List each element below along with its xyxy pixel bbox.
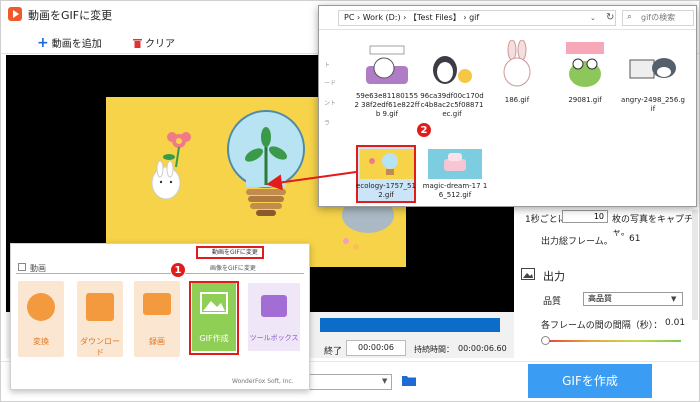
address-segment-pc[interactable]: PC	[344, 13, 354, 22]
address-segment-drive[interactable]: Work (D:)	[363, 13, 401, 22]
file-thumbnail[interactable]	[626, 40, 680, 90]
play-icon	[18, 263, 26, 271]
file-name[interactable]: magic-dream-17 16_512.gif	[422, 182, 488, 200]
clear-button[interactable]: クリア	[133, 35, 175, 50]
nav-item[interactable]: ント	[324, 98, 336, 107]
app-title: 動画をGIFに変更	[28, 9, 113, 22]
navigation-pane	[319, 31, 343, 206]
file-thumbnail[interactable]	[558, 40, 612, 90]
interval-slider-track[interactable]	[543, 340, 681, 342]
tile-convert-label: 変換	[33, 337, 49, 346]
frames-per-second-input[interactable]: 10	[562, 210, 608, 223]
highlight-box	[189, 281, 239, 355]
menu-image-to-gif[interactable]: 画像をGIFに変更	[196, 263, 304, 274]
toolbox-icon	[261, 295, 287, 317]
frames-prefix-label: 1秒ごとに	[525, 215, 567, 225]
folder-icon[interactable]	[402, 375, 416, 386]
file-name[interactable]: 59e63e811801552 38f2edf61e822ffb 9.gif	[354, 92, 420, 119]
file-thumbnail[interactable]	[360, 40, 414, 90]
brand-label: WonderFox Soft, Inc.	[232, 378, 294, 385]
tile-record[interactable]: 録画	[134, 281, 180, 357]
output-title: 出力	[543, 270, 565, 283]
duration-value: 00:00:06.60	[458, 344, 507, 353]
frames-suffix-label: 枚の写真をキャプチャ。	[612, 215, 694, 238]
plus-icon: +	[37, 34, 49, 51]
tile-convert[interactable]: 変換	[18, 281, 64, 357]
address-segment-gif[interactable]: gif	[469, 13, 479, 22]
app-logo-icon	[8, 7, 22, 21]
file-name[interactable]: angry-2498_256.g if	[620, 96, 686, 114]
create-gif-button[interactable]: GIFを作成	[528, 364, 652, 398]
file-thumbnail[interactable]	[490, 40, 544, 90]
add-video-button[interactable]: + 動画を追加	[37, 34, 102, 51]
nav-item[interactable]: ード	[324, 78, 336, 87]
file-name[interactable]: ecology-1757_51 2.gif	[356, 182, 416, 200]
tile-download-label: ダウンロード	[80, 337, 120, 357]
frame-interval-label: 各フレームの間の間隔（秒）：	[541, 321, 663, 331]
step-badge-1: 1	[170, 262, 186, 278]
end-label: 終了	[324, 347, 343, 357]
timeline-range-bar[interactable]	[320, 318, 500, 332]
file-thumbnail[interactable]	[428, 149, 482, 179]
address-bar[interactable]: PC › Work (D:) › 【Test Files】 › gif	[338, 10, 616, 26]
total-frames-label: 出力総フレーム。	[541, 237, 613, 247]
refresh-icon[interactable]: ↻	[606, 12, 614, 23]
address-segment-folder[interactable]: 【Test Files】	[409, 13, 461, 22]
search-icon: ⌕	[627, 12, 633, 22]
end-time-input[interactable]: 00:00:06	[346, 340, 406, 356]
settings-scrollbar[interactable]	[692, 210, 698, 320]
film-icon	[27, 293, 55, 321]
menu-video-to-gif[interactable]: 動画をGIFに変更	[196, 246, 264, 259]
chevron-down-icon: ▼	[671, 295, 677, 303]
chevron-down-icon[interactable]: ⌄	[590, 14, 596, 22]
nav-item[interactable]: ト	[324, 60, 330, 69]
file-thumbnail[interactable]	[425, 40, 479, 90]
clear-label: クリア	[145, 39, 175, 50]
interval-slider-thumb[interactable]	[541, 336, 550, 345]
total-frames-value: 61	[629, 234, 641, 244]
step-badge-2: 2	[416, 122, 432, 138]
frame-interval-value: 0.01	[665, 318, 686, 328]
download-icon	[86, 293, 114, 321]
nav-item[interactable]: ラ	[324, 118, 330, 127]
image-icon	[521, 268, 535, 280]
monitor-icon	[143, 293, 171, 315]
tile-record-label: 録画	[149, 337, 165, 346]
file-name[interactable]: 96ca39df00c170d c4b8ac2c5f08871 ec.gif	[419, 92, 485, 119]
chevron-down-icon: ▼	[382, 377, 388, 385]
add-video-label: 動画を追加	[51, 39, 102, 50]
quality-select[interactable]: 高品質	[583, 292, 683, 306]
quality-label: 品質	[543, 297, 562, 307]
file-name[interactable]: 186.gif	[484, 96, 550, 105]
trash-icon	[133, 38, 142, 48]
output-path-select[interactable]	[300, 374, 392, 390]
tile-download[interactable]: ダウンロード	[77, 281, 123, 357]
file-thumbnail-selected[interactable]	[360, 149, 414, 179]
file-name[interactable]: 29081.gif	[552, 96, 618, 105]
search-input[interactable]: gifの検索	[622, 10, 694, 26]
duration-label: 持続時間：	[414, 345, 454, 354]
tile-toolbox-label: ツールボックス	[249, 334, 299, 342]
